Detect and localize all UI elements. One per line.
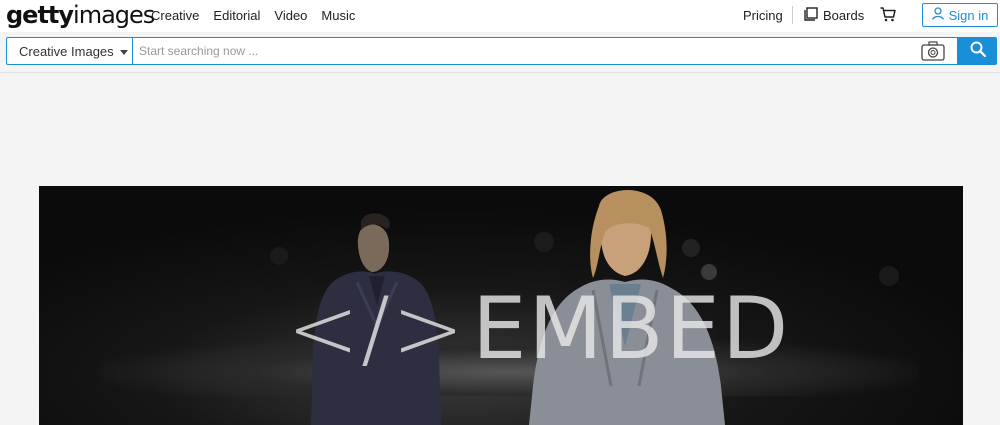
main-nav: Creative Editorial Video Music — [151, 8, 355, 23]
search-icon — [970, 41, 986, 62]
sign-in-button[interactable]: Sign in — [922, 3, 998, 27]
logo-bold-text: getty — [6, 1, 74, 29]
user-icon — [931, 7, 944, 23]
nav-editorial[interactable]: Editorial — [213, 8, 260, 23]
camera-search-icon[interactable] — [921, 41, 945, 61]
search-scope-dropdown[interactable]: Creative Images — [7, 38, 133, 64]
pricing-link[interactable]: Pricing — [743, 8, 783, 23]
embed-word: EMBED — [472, 279, 791, 379]
nav-music[interactable]: Music — [321, 8, 355, 23]
chevron-down-icon — [119, 49, 128, 55]
search-button[interactable] — [958, 37, 997, 65]
search-input[interactable] — [139, 41, 909, 61]
header-bottom-border — [0, 72, 1000, 73]
code-brackets-icon: </> — [287, 279, 467, 379]
nav-video[interactable]: Video — [274, 8, 307, 23]
nav-creative[interactable]: Creative — [151, 8, 199, 23]
cart-icon[interactable] — [880, 7, 896, 27]
header-divider — [792, 6, 793, 24]
boards-icon — [804, 7, 818, 24]
boards-link[interactable]: Boards — [804, 7, 864, 24]
sign-in-label: Sign in — [948, 7, 989, 23]
gettyimages-logo[interactable]: gettyimages — [6, 1, 155, 29]
search-scope-label: Creative Images — [19, 43, 114, 59]
boards-label: Boards — [823, 8, 865, 23]
logo-light-text: images — [73, 1, 155, 29]
embed-overlay-text: </> EMBED — [287, 284, 790, 374]
embedded-image[interactable]: </> EMBED — [39, 186, 963, 425]
search-bar: Creative Images — [6, 37, 958, 65]
top-navigation-bar: gettyimages Creative Editorial Video Mus… — [0, 0, 1000, 32]
